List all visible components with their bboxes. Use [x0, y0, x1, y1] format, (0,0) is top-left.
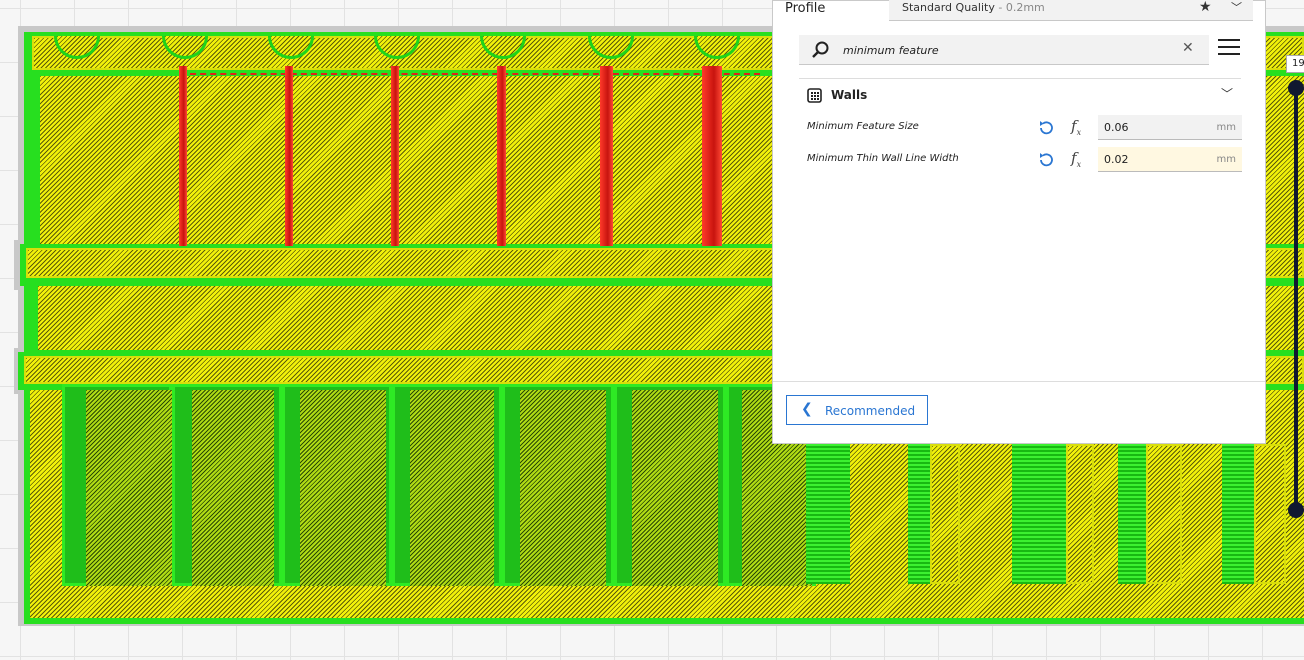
green-post: [1222, 444, 1256, 584]
green-post: [806, 444, 850, 584]
yellow-post: [1254, 444, 1286, 584]
chevron-down-icon[interactable]: ﹀: [1221, 85, 1233, 102]
recommended-button[interactable]: ❮ Recommended: [786, 395, 928, 425]
thin-wall-red: [497, 66, 506, 246]
print-settings-panel: Profile Standard Quality - 0.2mm ★ ﹀ ✕ W…: [772, 0, 1266, 444]
reset-icon[interactable]: [1037, 151, 1055, 169]
star-icon[interactable]: ★: [1199, 0, 1212, 15]
minimum-feature-size-input[interactable]: 0.06 mm: [1098, 115, 1242, 140]
slot-floor: [300, 390, 386, 586]
setting-unit: mm: [1216, 122, 1236, 133]
profile-dropdown[interactable]: Standard Quality - 0.2mm ★ ﹀: [889, 0, 1253, 21]
minimum-thin-wall-line-width-input[interactable]: 0.02 mm: [1098, 147, 1242, 172]
setting-value: 0.06: [1104, 121, 1129, 134]
slot-floor: [632, 390, 718, 586]
walls-title: Walls: [831, 88, 868, 102]
slot-floor: [520, 390, 606, 586]
setting-row-minimum-thin-wall-line-width: Minimum Thin Wall Line Width fx 0.02 mm: [799, 147, 1242, 173]
green-post: [908, 444, 932, 584]
chevron-down-icon[interactable]: ﹀: [1231, 0, 1242, 15]
recommended-label: Recommended: [825, 404, 916, 418]
search-box[interactable]: ✕: [799, 35, 1209, 65]
setting-row-minimum-feature-size: Minimum Feature Size fx 0.06 mm: [799, 115, 1242, 141]
thin-wall-red: [391, 66, 399, 246]
close-icon[interactable]: ✕: [1182, 40, 1194, 56]
thin-wall-red: [702, 66, 722, 246]
slot-floor: [86, 390, 172, 586]
divider: [773, 381, 1265, 382]
reset-icon[interactable]: [1037, 119, 1055, 137]
setting-value: 0.02: [1104, 153, 1129, 166]
setting-label: Minimum Thin Wall Line Width: [807, 153, 959, 164]
setting-label: Minimum Feature Size: [807, 121, 919, 132]
yellow-post: [1066, 444, 1094, 584]
slot-floor: [192, 390, 274, 586]
layer-slider-track[interactable]: [1294, 84, 1298, 514]
search-input[interactable]: [843, 41, 1163, 59]
menu-icon[interactable]: [1218, 39, 1240, 59]
profile-row: Profile Standard Quality - 0.2mm ★ ﹀: [773, 0, 1267, 21]
function-icon[interactable]: fx: [1071, 117, 1081, 137]
thin-wall-red: [285, 66, 293, 246]
thin-wall-dashes: [180, 73, 760, 75]
layer-number-label[interactable]: 19: [1286, 55, 1304, 73]
green-post: [1012, 444, 1066, 584]
layer-slider-top-handle[interactable]: [1288, 80, 1304, 96]
divider: [799, 78, 1241, 79]
yellow-post: [1146, 444, 1182, 584]
profile-name: Standard Quality - 0.2mm: [902, 1, 1045, 14]
green-post: [1118, 444, 1148, 584]
walls-grid-icon: [807, 88, 822, 103]
profile-label: Profile: [785, 1, 826, 16]
thin-wall-red: [179, 66, 187, 246]
setting-unit: mm: [1216, 154, 1236, 165]
walls-category-header[interactable]: Walls ﹀: [799, 83, 1241, 109]
yellow-post: [930, 444, 960, 584]
search-icon: [812, 41, 829, 58]
layer-slider-bottom-handle[interactable]: [1288, 502, 1304, 518]
chevron-left-icon: ❮: [801, 401, 813, 417]
profile-layer-height: - 0.2mm: [994, 1, 1045, 14]
thin-wall-red: [600, 66, 613, 246]
slot-floor: [410, 390, 494, 586]
function-icon[interactable]: fx: [1071, 149, 1081, 169]
